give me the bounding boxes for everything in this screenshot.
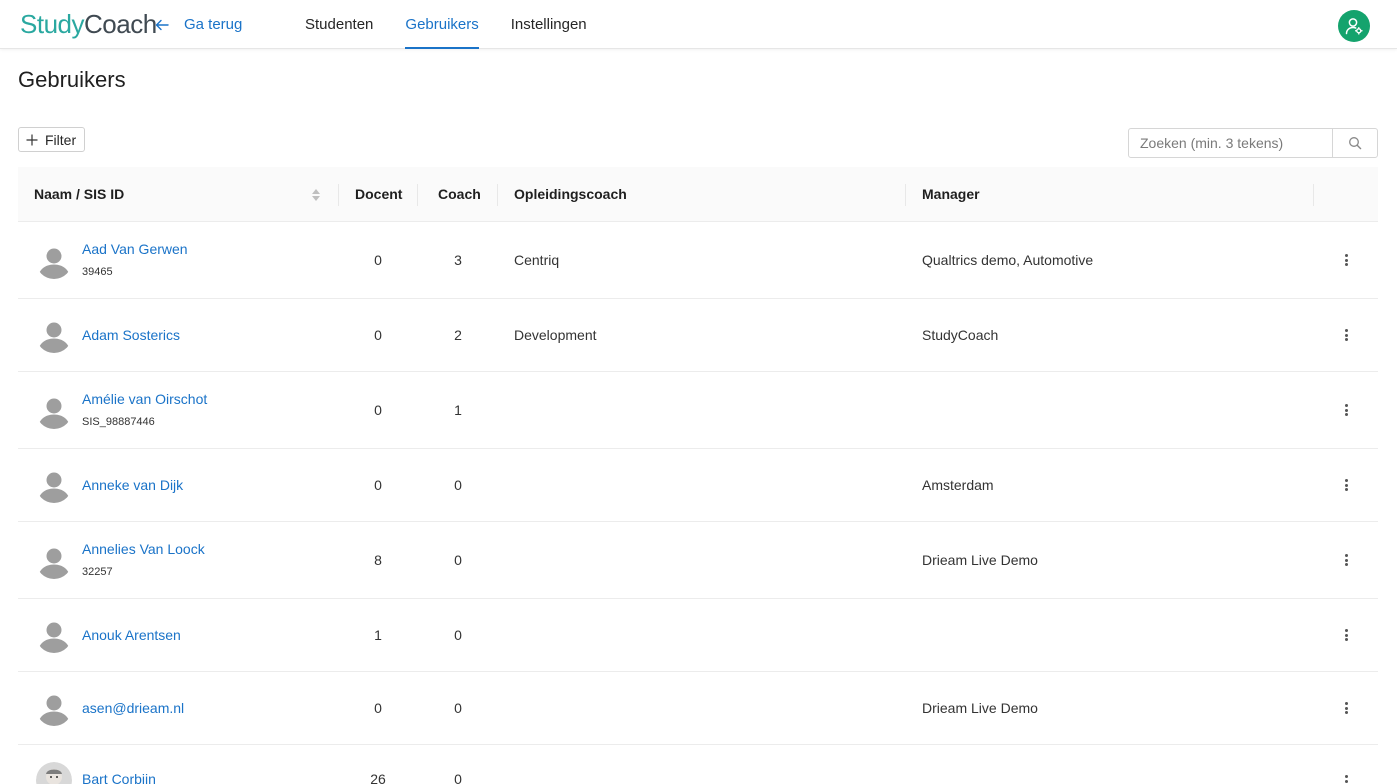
- column-header-docent: Docent: [355, 186, 403, 202]
- coach-count: 0: [454, 552, 462, 568]
- more-actions-icon[interactable]: [1340, 773, 1352, 784]
- table-header: Naam / SIS ID Docent Coach Opleidingscoa…: [18, 167, 1378, 222]
- more-actions-icon[interactable]: [1340, 327, 1352, 343]
- coach-count: 0: [454, 771, 462, 784]
- user-name-link[interactable]: Bart Corbijn: [82, 771, 156, 784]
- manager-value: Drieam Live Demo: [922, 552, 1038, 568]
- user-name-link[interactable]: asen@drieam.nl: [82, 700, 184, 716]
- coach-count: 2: [454, 327, 462, 343]
- sort-icon[interactable]: [311, 187, 321, 203]
- table-row: Anneke van Dijk 0 0 Amsterdam: [18, 449, 1378, 522]
- user-settings-button[interactable]: [1338, 10, 1370, 42]
- search-icon: [1349, 137, 1362, 150]
- search-button[interactable]: [1333, 129, 1377, 157]
- user-name-link[interactable]: Anneke van Dijk: [82, 477, 183, 493]
- avatar: [36, 467, 72, 503]
- table-row: Anouk Arentsen 1 0: [18, 599, 1378, 672]
- table-row: Bart Corbijn 26 0: [18, 745, 1378, 784]
- avatar: [36, 393, 72, 429]
- more-actions-icon[interactable]: [1340, 402, 1352, 418]
- docent-count: 0: [374, 700, 382, 716]
- user-gear-icon: [1345, 18, 1363, 35]
- back-label: Ga terug: [184, 16, 243, 33]
- manager-value: Amsterdam: [922, 477, 994, 493]
- column-divider: [497, 184, 498, 206]
- docent-count: 0: [374, 327, 382, 343]
- more-actions-icon[interactable]: [1340, 477, 1352, 493]
- column-divider: [338, 184, 339, 206]
- user-name-link[interactable]: Adam Sosterics: [82, 327, 180, 343]
- docent-count: 26: [370, 771, 386, 784]
- search-input[interactable]: [1129, 129, 1333, 157]
- avatar: [36, 543, 72, 579]
- coach-count: 3: [454, 252, 462, 268]
- user-name-link[interactable]: Amélie van Oirschot: [82, 391, 207, 407]
- docent-count: 0: [374, 477, 382, 493]
- plus-icon: [26, 131, 38, 149]
- tab-instellingen[interactable]: Instellingen: [511, 0, 587, 49]
- filter-label: Filter: [45, 131, 77, 148]
- column-divider: [1313, 184, 1314, 206]
- avatar: [36, 243, 72, 279]
- main-tabs: Studenten Gebruikers Instellingen: [305, 0, 587, 49]
- more-actions-icon[interactable]: [1340, 627, 1352, 643]
- sis-id: SIS_98887446: [82, 416, 155, 428]
- logo-study-text: Study: [20, 9, 85, 39]
- table-row: Amélie van Oirschot SIS_98887446 0 1: [18, 372, 1378, 449]
- top-navigation-bar: StudyCoach Ga terug Studenten Gebruikers…: [0, 0, 1397, 49]
- users-table: Naam / SIS ID Docent Coach Opleidingscoa…: [18, 167, 1378, 784]
- coach-count: 0: [454, 700, 462, 716]
- tab-studenten[interactable]: Studenten: [305, 0, 373, 49]
- avatar: [36, 617, 72, 653]
- docent-count: 8: [374, 552, 382, 568]
- manager-value: Qualtrics demo, Automotive: [922, 252, 1094, 268]
- manager-value: StudyCoach: [922, 327, 999, 343]
- more-actions-icon[interactable]: [1340, 552, 1352, 568]
- arrow-left-icon: [155, 19, 169, 30]
- page-title: Gebruikers: [18, 67, 126, 92]
- docent-count: 0: [374, 402, 382, 418]
- more-actions-icon[interactable]: [1340, 252, 1352, 268]
- column-divider: [905, 184, 906, 206]
- filter-button[interactable]: Filter: [18, 127, 86, 152]
- avatar: [36, 762, 72, 784]
- column-header-manager: Manager: [922, 186, 980, 202]
- sis-id: 32257: [82, 566, 113, 578]
- opleidingscoach-value: Centriq: [514, 252, 560, 268]
- table-row: Annelies Van Loock 32257 8 0 Drieam Live…: [18, 522, 1378, 599]
- logo-coach-text: Coach: [84, 9, 157, 39]
- table-row: asen@drieam.nl 0 0 Drieam Live Demo: [18, 672, 1378, 745]
- user-name-link[interactable]: Aad Van Gerwen: [82, 241, 188, 257]
- coach-count: 0: [454, 627, 462, 643]
- back-button[interactable]: Ga terug: [154, 16, 242, 33]
- more-actions-icon[interactable]: [1340, 700, 1352, 716]
- column-header-coach: Coach: [438, 186, 481, 202]
- column-divider: [417, 184, 418, 206]
- avatar: [36, 317, 72, 353]
- avatar: [36, 690, 72, 726]
- table-row: Aad Van Gerwen 39465 0 3 Centriq Qualtri…: [18, 222, 1378, 299]
- user-name-link[interactable]: Annelies Van Loock: [82, 541, 205, 557]
- tab-gebruikers[interactable]: Gebruikers: [405, 0, 480, 49]
- coach-count: 0: [454, 477, 462, 493]
- opleidingscoach-value: Development: [514, 327, 597, 343]
- docent-count: 0: [374, 252, 382, 268]
- search-box: [1128, 128, 1378, 158]
- sis-id: 39465: [82, 266, 113, 278]
- column-header-name[interactable]: Naam / SIS ID: [34, 167, 124, 222]
- docent-count: 1: [374, 627, 382, 643]
- table-row: Adam Sosterics 0 2 Development StudyCoac…: [18, 299, 1378, 372]
- coach-count: 1: [454, 402, 462, 418]
- studycoach-logo[interactable]: StudyCoach: [20, 8, 157, 40]
- user-name-link[interactable]: Anouk Arentsen: [82, 627, 181, 643]
- manager-value: Drieam Live Demo: [922, 700, 1038, 716]
- column-header-opleidingscoach: Opleidingscoach: [514, 186, 627, 202]
